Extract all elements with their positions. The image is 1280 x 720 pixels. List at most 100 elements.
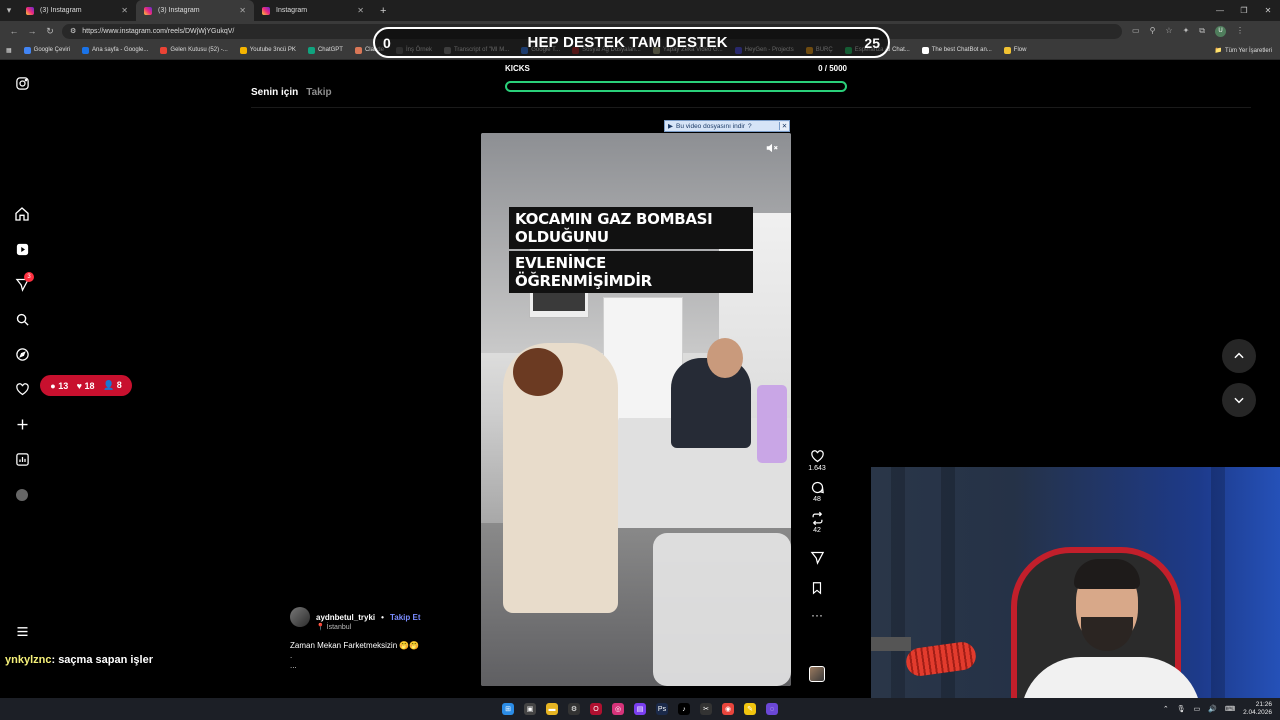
language-icon[interactable]: ⌨ xyxy=(1225,705,1235,713)
instagram-favicon-icon xyxy=(26,6,34,15)
author-username[interactable]: aydnbetul_tryki xyxy=(316,613,375,622)
instagram-logo-icon[interactable] xyxy=(12,73,32,93)
video-download-widget[interactable]: ▶ Bu video dosyasını indir ? ✕ xyxy=(664,120,790,132)
video-caption-line2: EVLENİNCE ÖĞRENMİŞİMDİR xyxy=(509,251,753,293)
previous-reel-button[interactable] xyxy=(1222,339,1256,373)
tray-chevron-icon[interactable]: ⌃ xyxy=(1163,705,1169,713)
restore-icon[interactable]: ❐ xyxy=(1232,0,1256,21)
like-heart-icon xyxy=(810,450,824,463)
muted-speaker-icon[interactable] xyxy=(765,141,781,157)
volume-icon[interactable]: 🔊 xyxy=(1208,705,1217,713)
capcut-icon[interactable]: ✂ xyxy=(700,703,712,715)
create-plus-icon[interactable] xyxy=(12,414,32,434)
close-tab-icon[interactable]: ✕ xyxy=(357,6,364,15)
bookmark-favicon-icon xyxy=(1003,46,1011,54)
menu-kebab-icon[interactable]: ⋮ xyxy=(1236,26,1244,37)
more-menu-icon[interactable] xyxy=(12,621,32,641)
bookmark-label: The best ChatBot an... xyxy=(931,47,992,53)
twitch-icon[interactable]: ▤ xyxy=(634,703,646,715)
bookmark-item[interactable]: Gelen Kutusu (52) -... xyxy=(160,46,228,54)
close-icon[interactable]: ✕ xyxy=(779,122,789,130)
bookmark-star-icon[interactable]: ☆ xyxy=(1165,26,1172,37)
goal-right-count: 25 xyxy=(864,34,880,51)
streamer-webcam xyxy=(871,467,1280,698)
bookmark-item[interactable]: Flow xyxy=(1003,46,1026,54)
search-icon[interactable] xyxy=(12,309,32,329)
clock-time: 21:26 xyxy=(1255,701,1272,708)
system-clock[interactable]: 21:26 2.04.2026 xyxy=(1243,701,1272,717)
bookmark-favicon-icon xyxy=(239,46,247,54)
tiktok-icon[interactable]: ♪ xyxy=(678,703,690,715)
minimize-icon[interactable]: — xyxy=(1208,0,1232,21)
stream-goal-bar: 0 HEP DESTEK TAM DESTEK 25 xyxy=(373,27,890,58)
help-icon[interactable]: ? xyxy=(748,123,752,130)
bookmark-favicon-icon xyxy=(82,46,90,54)
instagram-app-icon[interactable]: ◎ xyxy=(612,703,624,715)
follow-button[interactable]: Takip Et xyxy=(390,613,421,622)
reel-video[interactable]: KOCAMIN GAZ BOMBASI OLDUĞUNU EVLENİNCE Ö… xyxy=(481,133,791,686)
bookmark-favicon-icon xyxy=(23,46,31,54)
opera-icon[interactable]: O xyxy=(590,703,602,715)
notifications-heart-icon[interactable] xyxy=(12,379,32,399)
site-info-icon[interactable]: ⚙ xyxy=(70,27,76,35)
reels-icon[interactable] xyxy=(12,239,32,259)
save-action[interactable] xyxy=(810,581,824,595)
tab-for-you[interactable]: Senin için xyxy=(251,87,298,98)
video-scene-tumbler xyxy=(757,385,787,463)
audio-thumbnail[interactable] xyxy=(809,666,825,682)
zoom-icon[interactable]: ⚲ xyxy=(1150,26,1156,37)
repost-icon xyxy=(812,511,822,526)
chrome-icon[interactable]: ◉ xyxy=(722,703,734,715)
network-icon[interactable]: ▭ xyxy=(1194,705,1201,713)
video-scene-chair xyxy=(653,533,791,686)
bookmark-item[interactable]: Google Çeviri xyxy=(23,46,70,54)
reel-description-ellipsis[interactable]: ... xyxy=(290,662,480,670)
close-tab-icon[interactable]: ✕ xyxy=(121,6,128,15)
stream-chat-message: ynkylznc: saçma sapan işler xyxy=(5,654,153,666)
task-view-icon[interactable]: ▣ xyxy=(524,703,536,715)
bookmark-item[interactable]: Ana sayfa - Google... xyxy=(82,46,148,54)
dashboard-icon[interactable] xyxy=(12,449,32,469)
tab-following[interactable]: Takip xyxy=(306,87,331,98)
instagram-favicon-icon xyxy=(262,6,270,15)
next-reel-button[interactable] xyxy=(1222,383,1256,417)
tab-list-icon[interactable]: ▾ xyxy=(0,0,18,21)
obs-icon[interactable]: ◌ xyxy=(766,703,778,715)
close-tab-icon[interactable]: ✕ xyxy=(239,6,246,15)
home-icon[interactable] xyxy=(12,204,32,224)
notes-icon[interactable]: ✎ xyxy=(744,703,756,715)
file-explorer-icon[interactable]: ▬ xyxy=(546,703,558,715)
profile-avatar[interactable]: U xyxy=(1215,25,1227,37)
photoshop-icon[interactable]: Ps xyxy=(656,703,668,715)
profile-avatar-icon[interactable] xyxy=(12,485,32,505)
repost-action[interactable]: 42 xyxy=(810,511,825,534)
new-tab-icon[interactable]: + xyxy=(372,5,394,17)
share-action[interactable] xyxy=(810,550,825,565)
window-controls: — ❐ ✕ xyxy=(1208,0,1280,21)
author-avatar[interactable] xyxy=(290,607,310,627)
location-text: İstanbul xyxy=(326,624,352,631)
browser-tab-3[interactable]: Instagram ✕ xyxy=(254,0,372,21)
extensions-icon[interactable]: ✦ xyxy=(1183,26,1190,37)
close-window-icon[interactable]: ✕ xyxy=(1256,0,1280,21)
more-options-icon[interactable]: ··· xyxy=(811,609,823,621)
bookmark-item[interactable]: Youtube 3ncü PK xyxy=(239,46,296,54)
bookmark-item[interactable]: ChatGPT xyxy=(307,46,343,54)
back-icon[interactable]: ← xyxy=(8,26,20,36)
all-bookmarks-button[interactable]: 📁 Tüm Yer İşaretleri xyxy=(1214,41,1272,60)
start-windows-icon[interactable]: ⊞ xyxy=(502,703,514,715)
comment-action[interactable]: 48 xyxy=(810,480,825,503)
browser-tab-1[interactable]: (3) Instagram ✕ xyxy=(18,0,136,21)
author-location[interactable]: 📍 İstanbul xyxy=(316,623,480,631)
browser-tab-2[interactable]: (3) Instagram ✕ xyxy=(136,0,254,21)
settings-gear-icon[interactable]: ⚙ xyxy=(568,703,580,715)
puzzle-icon[interactable]: ⧉ xyxy=(1199,26,1205,37)
apps-grid-icon[interactable]: ▦ xyxy=(6,47,12,54)
bookmark-item[interactable]: The best ChatBot an... xyxy=(921,46,992,54)
reload-icon[interactable]: ↻ xyxy=(44,26,56,37)
like-action[interactable]: 1.643 xyxy=(808,449,826,472)
mic-icon[interactable]: 🎙 xyxy=(1177,705,1186,713)
forward-icon[interactable]: → xyxy=(26,26,38,36)
explore-compass-icon[interactable] xyxy=(12,344,32,364)
install-icon[interactable]: ▭ xyxy=(1132,26,1140,37)
